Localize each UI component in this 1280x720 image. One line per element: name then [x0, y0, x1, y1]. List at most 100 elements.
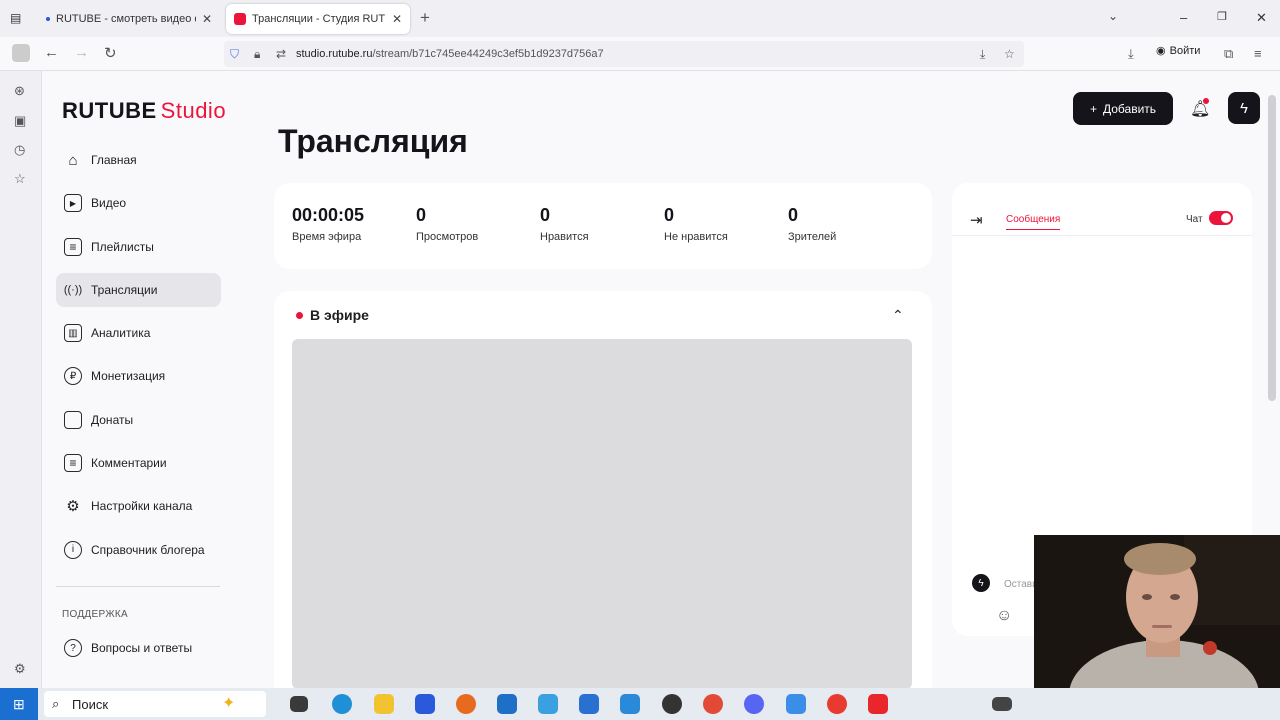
- site-settings-icon[interactable]: ⇄: [276, 47, 286, 61]
- rutube-favicon-icon: [46, 17, 50, 21]
- copilot-sparkle-icon: ✦: [222, 695, 236, 712]
- support-heading: ПОДДЕРЖКА: [62, 609, 128, 620]
- extensions-icon[interactable]: ⧉: [1224, 46, 1233, 62]
- bookmarks-icon[interactable]: ☆: [14, 171, 26, 187]
- collapse-panel-icon[interactable]: ⇥: [970, 211, 983, 229]
- shield-icon[interactable]: ⛉: [230, 47, 239, 62]
- forward-icon[interactable]: →: [74, 44, 89, 61]
- studio-sidebar-nav: ⌂ Главная ▶ Видео ≡ Плейлисты ((·)) Трансляц…: [56, 143, 221, 576]
- save-page-icon[interactable]: ⤓: [980, 47, 985, 62]
- store-icon[interactable]: [415, 694, 435, 714]
- stat-value: 0: [788, 205, 799, 225]
- add-button[interactable]: + Добавить: [1073, 92, 1173, 125]
- sidebar-item-comments[interactable]: ≡ Комментарии: [56, 446, 221, 480]
- sidebar-item-blogger-guide[interactable]: i Справочник блогера: [56, 533, 221, 567]
- sidebar-item-channel-settings[interactable]: ⚙ Настройки канала: [56, 489, 221, 523]
- login-button[interactable]: ◉ Войти: [1156, 44, 1201, 58]
- broadcast-icon: ((·)): [63, 283, 83, 296]
- menu-icon[interactable]: ≡: [1254, 46, 1262, 61]
- lock-icon[interactable]: 🔒︎: [254, 47, 260, 62]
- video-player[interactable]: [292, 339, 912, 688]
- tab-list-icon[interactable]: ▤: [10, 11, 21, 25]
- tab-title: RUTUBE - смотреть видео онл: [56, 13, 196, 25]
- logo-product: Studio: [160, 98, 227, 123]
- app-box-icon[interactable]: [538, 694, 558, 714]
- tab-rutube-home[interactable]: RUTUBE - смотреть видео онл ✕: [38, 4, 220, 34]
- task-view-icon[interactable]: [290, 696, 308, 712]
- login-label: Войти: [1169, 44, 1201, 57]
- app-a-icon[interactable]: [786, 694, 806, 714]
- ai-chat-icon[interactable]: ⊛: [14, 83, 25, 99]
- sidebar-toggle-icon[interactable]: [12, 44, 30, 62]
- back-icon[interactable]: ←: [44, 44, 59, 61]
- sidebar-support-nav: ? Вопросы и ответы: [56, 631, 221, 674]
- stat-value: 0: [664, 205, 675, 225]
- synced-tabs-icon[interactable]: ▣: [14, 113, 26, 129]
- restore-icon[interactable]: ❐: [1217, 10, 1227, 23]
- start-button[interactable]: ⊞: [0, 688, 38, 720]
- rutube-studio-logo[interactable]: RUTUBE Studio: [62, 98, 226, 124]
- keyboard-icon[interactable]: [992, 697, 1012, 711]
- playlist-icon: ≡: [64, 237, 82, 256]
- sidebar-item-label: Плейлисты: [91, 239, 154, 254]
- address-bar[interactable]: ⛉ 🔒︎ ⇄ studio.rutube.ru /stream/b71c745e…: [224, 41, 1024, 67]
- sidebar-item-label: Настройки канала: [91, 499, 193, 514]
- tab-studio-broadcasts[interactable]: Трансляции - Студия RUTUBE ✕: [226, 4, 410, 34]
- yandex-icon[interactable]: [868, 694, 888, 714]
- network-app-icon[interactable]: [620, 694, 640, 714]
- discord-icon[interactable]: [744, 694, 764, 714]
- tab-close-icon[interactable]: ✕: [202, 12, 212, 26]
- sidebar-item-donations[interactable]: Донаты: [56, 403, 221, 437]
- stream-stats-card: 00:00:05 Время эфира 0 Просмотров 0 Нравитс…: [274, 183, 932, 269]
- tab-messages[interactable]: Сообщения: [1006, 214, 1061, 230]
- mail-app-icon[interactable]: [497, 694, 517, 714]
- sidebar-item-video[interactable]: ▶ Видео: [56, 186, 221, 220]
- profile-avatar-button[interactable]: ϟ: [1228, 92, 1260, 124]
- ruble-icon: ₽: [64, 367, 82, 386]
- sidebar-item-label: Справочник блогера: [91, 542, 205, 557]
- obs-icon[interactable]: [662, 694, 682, 714]
- sidebar-item-label: Аналитика: [91, 326, 151, 341]
- remote-app-icon[interactable]: [579, 694, 599, 714]
- page-scrollbar[interactable]: [1268, 95, 1276, 401]
- firefox-icon[interactable]: [456, 694, 476, 714]
- sidebar-item-monetization[interactable]: ₽ Монетизация: [56, 359, 221, 393]
- minimize-icon[interactable]: –: [1180, 10, 1187, 25]
- history-icon[interactable]: ◷: [14, 142, 25, 158]
- downloads-icon[interactable]: ⤓: [1128, 46, 1134, 62]
- chevron-down-icon[interactable]: ⌄: [1108, 9, 1118, 23]
- close-window-icon[interactable]: ✕: [1256, 10, 1267, 26]
- add-button-label: Добавить: [1102, 101, 1157, 116]
- sidebar-item-broadcasts[interactable]: ((·)) Трансляции: [56, 272, 221, 307]
- chat-header: ⇥ Сообщения Чат: [952, 183, 1252, 236]
- emoji-icon[interactable]: ☺: [996, 607, 1012, 625]
- url-path: /stream/b71c745ee44249c3ef5b1d9237d756a7: [372, 48, 604, 60]
- reload-icon[interactable]: ↻: [104, 44, 117, 62]
- sidebar-item-faq[interactable]: ? Вопросы и ответы: [56, 631, 221, 665]
- file-explorer-icon[interactable]: [374, 694, 394, 714]
- info-icon: i: [64, 540, 82, 559]
- new-tab-button[interactable]: +: [420, 8, 430, 28]
- tab-close-icon[interactable]: ✕: [392, 12, 402, 26]
- home-icon: ⌂: [68, 151, 78, 169]
- sidebar-item-home[interactable]: ⌂ Главная: [56, 143, 221, 177]
- search-icon: ⌕: [52, 696, 60, 711]
- sidebar-item-playlists[interactable]: ≡ Плейлисты: [56, 230, 221, 264]
- edge-icon[interactable]: [332, 694, 352, 714]
- customize-sidebar-icon[interactable]: ⚙: [14, 661, 26, 677]
- taskbar-search[interactable]: ⌕ Поиск ✦: [44, 691, 266, 717]
- stat-value: 0: [540, 205, 551, 225]
- sidebar-item-analytics[interactable]: ▥ Аналитика: [56, 316, 221, 350]
- chrome-icon[interactable]: [703, 694, 723, 714]
- yandex-browser-icon[interactable]: [827, 694, 847, 714]
- page-title: Трансляция: [278, 123, 468, 159]
- live-status: В эфире: [296, 307, 369, 323]
- bookmark-star-icon[interactable]: ☆: [1004, 47, 1015, 61]
- stat-label: Не нравится: [664, 231, 728, 243]
- chat-toggle[interactable]: [1209, 211, 1233, 225]
- tab-title: Трансляции - Студия RUTUBE: [252, 13, 386, 25]
- chat-message-input[interactable]: Оставить: [1004, 579, 1034, 590]
- comment-icon: ≡: [64, 454, 82, 473]
- chevron-up-icon[interactable]: ⌃: [892, 307, 904, 324]
- taskbar-search-label: Поиск: [72, 696, 109, 712]
